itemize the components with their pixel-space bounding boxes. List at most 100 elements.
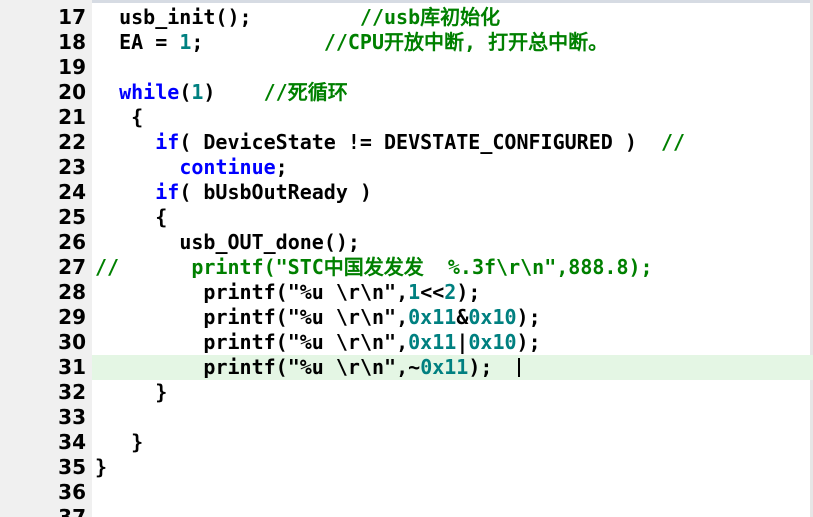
code-token: printf( (191, 330, 288, 354)
code-line[interactable]: 20 while(1) //死循环 (0, 80, 813, 105)
code-token: } (95, 455, 108, 479)
line-number: 23 (58, 155, 86, 179)
line-number: 22 (58, 130, 86, 154)
code-token: } (119, 430, 144, 454)
code-line[interactable]: 35} (0, 455, 813, 480)
code-text[interactable]: } (95, 455, 107, 480)
code-line[interactable]: 22 if( DeviceState != DEVSTATE_CONFIGURE… (0, 130, 813, 155)
code-token: printf( (191, 280, 288, 304)
code-token: } (143, 380, 168, 404)
code-line[interactable]: 31 printf("%u \r\n",~0x11); (0, 355, 813, 380)
code-token: ) (203, 80, 264, 104)
code-token: // (95, 255, 120, 279)
code-line[interactable]: 26 usb_OUT_done(); (0, 230, 813, 255)
line-number: 18 (58, 30, 86, 54)
code-token: if (143, 180, 180, 204)
code-line[interactable]: 23 continue; (0, 155, 813, 180)
code-line[interactable]: 18 EA = 1; //CPU开放中断, 打开总中断。 (0, 30, 813, 55)
code-token: if (143, 130, 180, 154)
line-number: 26 (58, 230, 86, 254)
code-line[interactable]: 32 } (0, 380, 813, 405)
code-line[interactable]: 36 (0, 480, 813, 505)
code-token: continue (167, 155, 276, 179)
code-token: //死循环 (263, 80, 348, 104)
line-number: 24 (58, 180, 86, 204)
code-token: ); (456, 280, 481, 304)
code-token: 1 (179, 30, 192, 54)
code-token: ); (516, 330, 541, 354)
code-line[interactable]: 27 // printf("STC中国发发发 %.3f\r\n",888.8); (0, 255, 813, 280)
code-text[interactable]: if( DeviceState != DEVSTATE_CONFIGURED )… (143, 130, 685, 155)
code-token: ); (516, 305, 541, 329)
line-number: 21 (58, 105, 86, 129)
code-token: 0x11 (408, 305, 457, 329)
line-number: 27 (58, 255, 86, 279)
code-token: { (119, 105, 144, 129)
code-text[interactable]: printf("%u \r\n",0x11&0x10); (191, 305, 540, 330)
text-caret (517, 358, 520, 377)
code-line[interactable]: 37 (0, 505, 813, 517)
code-line[interactable]: 17 usb_init(); //usb库初始化 (0, 5, 813, 30)
line-number: 36 (58, 480, 86, 504)
code-token: ,~ (396, 355, 421, 379)
code-line[interactable]: 33 (0, 405, 813, 430)
code-text[interactable]: } (143, 380, 167, 405)
line-number: 32 (58, 380, 86, 404)
code-text[interactable]: if( bUsbOutReady ) (143, 180, 372, 205)
code-line[interactable]: 19 (0, 55, 813, 80)
code-text[interactable]: printf("%u \r\n",0x11|0x10); (191, 330, 540, 355)
code-line[interactable]: 24 if( bUsbOutReady ) (0, 180, 813, 205)
code-line[interactable]: 25 { (0, 205, 813, 230)
code-token: { (143, 205, 168, 229)
code-text[interactable]: EA = 1; //CPU开放中断, 打开总中断。 (119, 30, 608, 55)
code-token: << (420, 280, 445, 304)
line-number: 35 (58, 455, 86, 479)
code-line[interactable]: 30 printf("%u \r\n",0x11|0x10); (0, 330, 813, 355)
code-token: ( bUsbOutReady ) (179, 180, 372, 204)
code-line[interactable]: 28 printf("%u \r\n",1<<2); (0, 280, 813, 305)
code-editor[interactable]: 17 usb_init(); //usb库初始化 18 EA = 1; //CPU开放… (0, 0, 813, 517)
code-token: //usb库初始化 (359, 5, 501, 29)
code-token: "%u \r\n" (287, 330, 397, 354)
code-token: printf( (191, 355, 288, 379)
code-text[interactable]: printf("%u \r\n",~0x11); (191, 355, 520, 380)
code-token: ( (179, 80, 192, 104)
code-token: | (456, 330, 469, 354)
editor-top-border (0, 0, 813, 3)
code-token: ; (275, 155, 288, 179)
code-token: & (456, 305, 469, 329)
code-text[interactable]: } (119, 430, 143, 455)
code-text[interactable]: { (119, 105, 143, 130)
code-token: usb_OUT_done(); (167, 230, 360, 254)
code-token: 1 (191, 80, 204, 104)
code-text[interactable]: usb_init(); //usb库初始化 (119, 5, 500, 30)
code-line[interactable]: 34 } (0, 430, 813, 455)
line-number: 20 (58, 80, 86, 104)
code-token: 2 (444, 280, 457, 304)
code-token: "STC中国发发发 %.3f\r\n",888.8); (275, 255, 653, 279)
line-number: 37 (58, 505, 86, 517)
code-token: "%u \r\n" (287, 280, 397, 304)
code-text[interactable]: { (143, 205, 167, 230)
code-text[interactable]: printf("%u \r\n",1<<2); (191, 280, 480, 305)
code-line[interactable]: 29 printf("%u \r\n",0x11&0x10); (0, 305, 813, 330)
code-token: "%u \r\n" (287, 355, 397, 379)
code-token: ); (468, 355, 517, 379)
code-token: usb_init(); (119, 5, 252, 29)
code-token: 0x10 (468, 330, 517, 354)
code-token: 0x11 (408, 330, 457, 354)
code-text[interactable]: usb_OUT_done(); (167, 230, 360, 255)
code-token: 1 (408, 280, 421, 304)
line-number: 31 (58, 355, 86, 379)
code-line[interactable]: 21 { (0, 105, 813, 130)
code-token: while (119, 80, 180, 104)
code-token: , (396, 330, 409, 354)
code-text[interactable]: // printf("STC中国发发发 %.3f\r\n",888.8); (95, 255, 653, 280)
code-text[interactable]: while(1) //死循环 (119, 80, 348, 105)
code-text[interactable]: continue; (167, 155, 287, 180)
line-number: 25 (58, 205, 86, 229)
code-token: printf( (191, 305, 288, 329)
code-token: , (396, 280, 409, 304)
